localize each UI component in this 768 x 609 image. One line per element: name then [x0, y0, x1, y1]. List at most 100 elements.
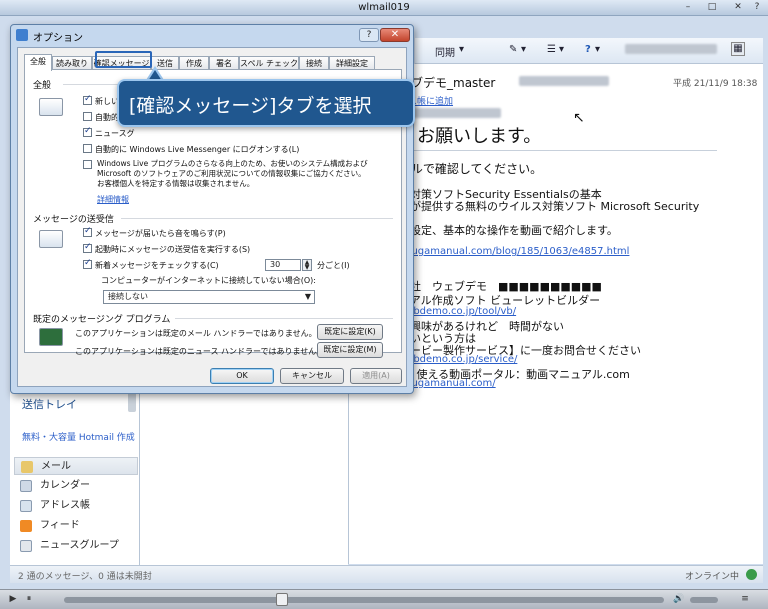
divider: [121, 218, 393, 219]
tab-general[interactable]: 全般: [24, 54, 52, 71]
set-default-mail-button[interactable]: 既定に設定(K): [317, 324, 383, 340]
section-send-receive: メッセージの送受信: [33, 215, 114, 225]
body-line: アルで確認してください。: [399, 162, 543, 176]
privacy-checkbox[interactable]: [83, 160, 95, 170]
nav-calendar[interactable]: カレンダー: [14, 477, 138, 495]
blurred-account: [625, 44, 717, 54]
cancel-button[interactable]: キャンセル: [280, 368, 344, 384]
checkbox-box: [83, 242, 92, 253]
general-icon: [39, 98, 63, 116]
body-link[interactable]: webdemo.co.jp/service/: [399, 354, 517, 365]
dialog-title: オプション: [33, 33, 83, 44]
sound-checkbox[interactable]: メッセージが届いたら音を鳴らす(P): [83, 226, 226, 239]
body-link[interactable]: dougamanual.com/blog/185/1063/e4857.html: [399, 246, 629, 257]
pause-button[interactable]: ⏸: [22, 593, 36, 606]
interval-spinner[interactable]: ▲ ▼: [302, 259, 312, 271]
privacy-text-2: Microsoft のソフトウェアのご利用状況についての情報収集にご協力ください…: [97, 169, 366, 178]
help-arrow-icon[interactable]: ▾: [595, 44, 600, 55]
sync-button[interactable]: 同期: [435, 44, 455, 59]
interval-input[interactable]: 30: [265, 259, 301, 271]
nav-label: アドレス帳: [40, 500, 90, 511]
tab-connection[interactable]: 接続: [299, 56, 329, 70]
checkbox-label: 自動的に Windows Live Messenger にログオンする(L): [95, 145, 300, 154]
play-button[interactable]: ▶: [6, 593, 20, 606]
nav-newsgroups[interactable]: ニュースグループ: [14, 537, 138, 555]
apply-button[interactable]: 適用(A): [350, 368, 402, 384]
tab-highlight: [95, 51, 152, 68]
set-default-news-button[interactable]: 既定に設定(M): [317, 342, 383, 358]
sync-arrow-icon[interactable]: ▾: [459, 44, 464, 55]
minimize-button[interactable]: –: [681, 1, 695, 13]
scrollbar-thumb[interactable]: [128, 392, 136, 412]
body-line: トが提供する無料のウイルス対策ソフト Microsoft Security: [399, 200, 700, 213]
default-news-text: このアプリケーションは既定のニュース ハンドラーではありません。: [75, 347, 325, 356]
nav-label: フィード: [40, 520, 80, 531]
nav-label: メール: [41, 461, 71, 472]
auto-messenger-checkbox[interactable]: 自動的に Windows Live Messenger にログオンする(L): [83, 144, 299, 155]
view-icon[interactable]: ☰: [547, 44, 556, 55]
new-checkbox[interactable]: 新しい: [83, 94, 119, 107]
interval-unit: 分ごと(I): [317, 261, 350, 270]
chevron-down-icon: ▼: [304, 292, 311, 301]
seek-track[interactable]: [64, 597, 664, 603]
nav-contacts[interactable]: アドレス帳: [14, 497, 138, 515]
body-link[interactable]: webdemo.co.jp/tool/vb/: [399, 306, 516, 317]
tab-spelling[interactable]: スペル チェック: [239, 56, 299, 70]
auto1-checkbox[interactable]: 自動的: [83, 112, 119, 123]
tab-read[interactable]: 読み取り: [52, 56, 92, 70]
mouse-cursor-icon: ↖: [573, 110, 585, 126]
details-link[interactable]: 詳細情報: [97, 194, 129, 205]
checkbox-label: ニュースグ: [95, 129, 135, 138]
player-menu-icon[interactable]: ≡: [738, 593, 752, 606]
video-player-bar: ▶ ⏸ 🔊 ≡: [0, 589, 768, 609]
default-mail-text: このアプリケーションは既定のメール ハンドラーではありません。: [75, 329, 317, 338]
checkbox-box: [83, 94, 92, 105]
help-icon[interactable]: ?: [585, 44, 591, 55]
tab-signature[interactable]: 署名: [209, 56, 239, 70]
check-new-checkbox[interactable]: 新着メッセージをチェックする(C): [83, 258, 219, 271]
seek-thumb[interactable]: [276, 593, 288, 606]
news-checkbox[interactable]: ニュースグ: [83, 126, 135, 139]
offline-select[interactable]: 接続しない ▼: [103, 290, 315, 304]
hotmail-link[interactable]: 無料・大容量 Hotmail 作成: [22, 430, 135, 443]
folder-outbox[interactable]: 送信トレイ: [22, 396, 77, 412]
window-titlebar: wlmail019 – □ ✕ ?: [0, 0, 768, 16]
checkbox-box: [83, 160, 92, 169]
instruction-callout: [確認メッセージ]タブを選択: [117, 79, 415, 127]
message-date: 平成 21/11/9 18:38: [673, 79, 758, 89]
ok-button[interactable]: OK: [210, 368, 274, 384]
volume-slider[interactable]: [690, 597, 718, 603]
checkbox-label: 自動的: [95, 113, 119, 122]
help-icon[interactable]: ?: [750, 1, 764, 13]
blurred-email: [519, 76, 609, 86]
checkbox-label: 起動時にメッセージの送受信を実行する(S): [95, 245, 251, 254]
calendar-icon[interactable]: ▦: [731, 42, 745, 56]
nav-feeds[interactable]: フィード: [14, 517, 138, 535]
default-program-icon: [39, 328, 63, 346]
pen-arrow-icon[interactable]: ▾: [521, 44, 526, 55]
checkbox-box: [83, 144, 92, 153]
privacy-text-3: お客様個人を特定する情報は収集されません。: [97, 179, 255, 188]
blurred-recipient: [401, 108, 501, 118]
dialog-help-button[interactable]: ?: [359, 28, 379, 42]
body-line: ・設定、基本的な操作を動画で紹介します。: [399, 224, 618, 237]
tab-compose[interactable]: 作成: [179, 56, 209, 70]
window-title: wlmail019: [358, 2, 410, 13]
status-online: オンライン中: [684, 572, 739, 582]
maximize-button[interactable]: □: [705, 1, 719, 13]
close-button[interactable]: ✕: [731, 1, 745, 13]
nav-mail[interactable]: メール: [14, 457, 138, 475]
tab-advanced[interactable]: 詳細設定: [329, 56, 375, 70]
checkbox-label: メッセージが届いたら音を鳴らす(P): [95, 229, 226, 238]
pen-icon[interactable]: ✎: [509, 44, 517, 55]
calendar-icon: [20, 480, 32, 492]
status-message-count: 2 通のメッセージ、0 通は未開封: [18, 572, 152, 582]
startup-checkbox[interactable]: 起動時にメッセージの送受信を実行する(S): [83, 242, 251, 255]
divider: [175, 318, 393, 319]
nav-label: ニュースグループ: [40, 540, 119, 551]
section-default-program: 既定のメッセージング プログラム: [33, 315, 171, 325]
dialog-titlebar: オプション ? ✕: [11, 25, 413, 45]
dialog-close-button[interactable]: ✕: [380, 28, 410, 42]
volume-icon[interactable]: 🔊: [672, 593, 686, 606]
view-arrow-icon[interactable]: ▾: [559, 44, 564, 55]
